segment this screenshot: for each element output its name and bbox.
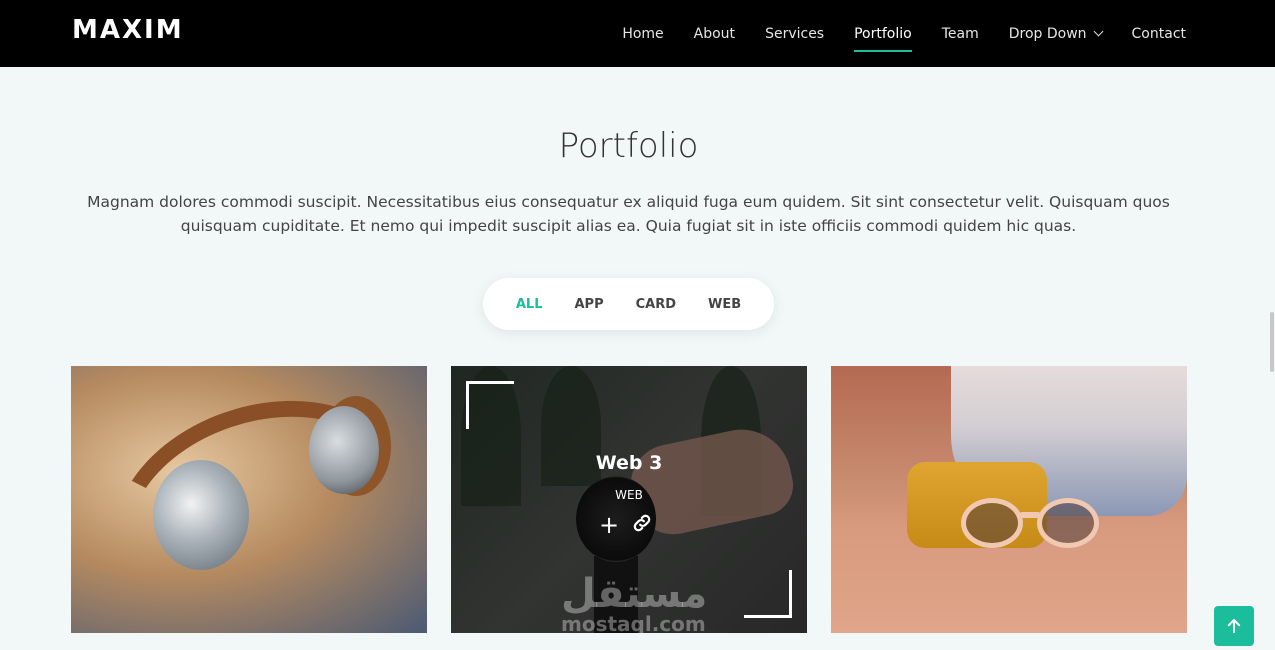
plus-icon[interactable]: + bbox=[599, 513, 619, 537]
portfolio-item-actions: + bbox=[599, 512, 665, 538]
watermark-url: mostaql.com bbox=[561, 612, 706, 633]
nav-team[interactable]: Team bbox=[942, 0, 979, 67]
nav-contact[interactable]: Contact bbox=[1132, 0, 1186, 67]
page-scrollbar[interactable] bbox=[1269, 67, 1275, 650]
overlay-corner-bottom-right bbox=[744, 570, 792, 618]
chevron-down-icon bbox=[1093, 26, 1103, 36]
nav-services[interactable]: Services bbox=[765, 0, 824, 67]
nav-dropdown[interactable]: Drop Down bbox=[1008, 0, 1103, 67]
overlay-corner-top-left bbox=[466, 381, 514, 429]
portfolio-item-category: WEB bbox=[615, 488, 643, 502]
nav-about-label: About bbox=[693, 25, 736, 42]
headphones-cup-left bbox=[153, 460, 249, 570]
scrollbar-thumb[interactable] bbox=[1270, 312, 1274, 372]
sunglasses-lens-left bbox=[961, 498, 1023, 548]
section-title: Portfolio bbox=[558, 126, 699, 166]
portfolio-item-web-3[interactable]: Web 3 WEB + مستقل mostaql.com bbox=[451, 366, 807, 633]
nav-contact-label: Contact bbox=[1131, 25, 1186, 42]
headphones-cup-right bbox=[309, 406, 379, 494]
sunglasses-lens-right bbox=[1037, 498, 1099, 548]
site-logo[interactable]: MAXIM bbox=[72, 15, 184, 45]
nav-portfolio-label: Portfolio bbox=[854, 25, 912, 42]
arrow-up-icon bbox=[1227, 619, 1241, 633]
watermark: مستقل bbox=[561, 571, 708, 617]
portfolio-item-title: Web 3 bbox=[595, 452, 663, 474]
nav-services-label: Services bbox=[765, 25, 825, 42]
nav-team-label: Team bbox=[941, 25, 979, 42]
site-header: MAXIM Home About Services Portfolio Team… bbox=[0, 0, 1275, 67]
nav-about[interactable]: About bbox=[694, 0, 735, 67]
section-description: Magnam dolores commodi suscipit. Necessi… bbox=[87, 193, 1170, 235]
nav-home-label: Home bbox=[622, 25, 664, 42]
portfolio-item-headphones[interactable] bbox=[71, 366, 427, 633]
filter-web[interactable]: WEB bbox=[708, 297, 741, 312]
filter-app[interactable]: APP bbox=[574, 297, 603, 312]
nav-portfolio[interactable]: Portfolio bbox=[854, 0, 912, 67]
portfolio-item-sunglasses[interactable] bbox=[831, 366, 1187, 633]
link-icon[interactable] bbox=[631, 512, 653, 538]
main-nav: Home About Services Portfolio Team Drop … bbox=[592, 0, 1186, 67]
portfolio-filters: ALL APP CARD WEB bbox=[483, 278, 774, 330]
back-to-top-button[interactable] bbox=[1214, 606, 1254, 646]
nav-home[interactable]: Home bbox=[622, 0, 663, 67]
filter-card[interactable]: CARD bbox=[636, 297, 676, 312]
nav-dropdown-label: Drop Down bbox=[1008, 25, 1087, 42]
filter-all[interactable]: ALL bbox=[516, 297, 543, 312]
